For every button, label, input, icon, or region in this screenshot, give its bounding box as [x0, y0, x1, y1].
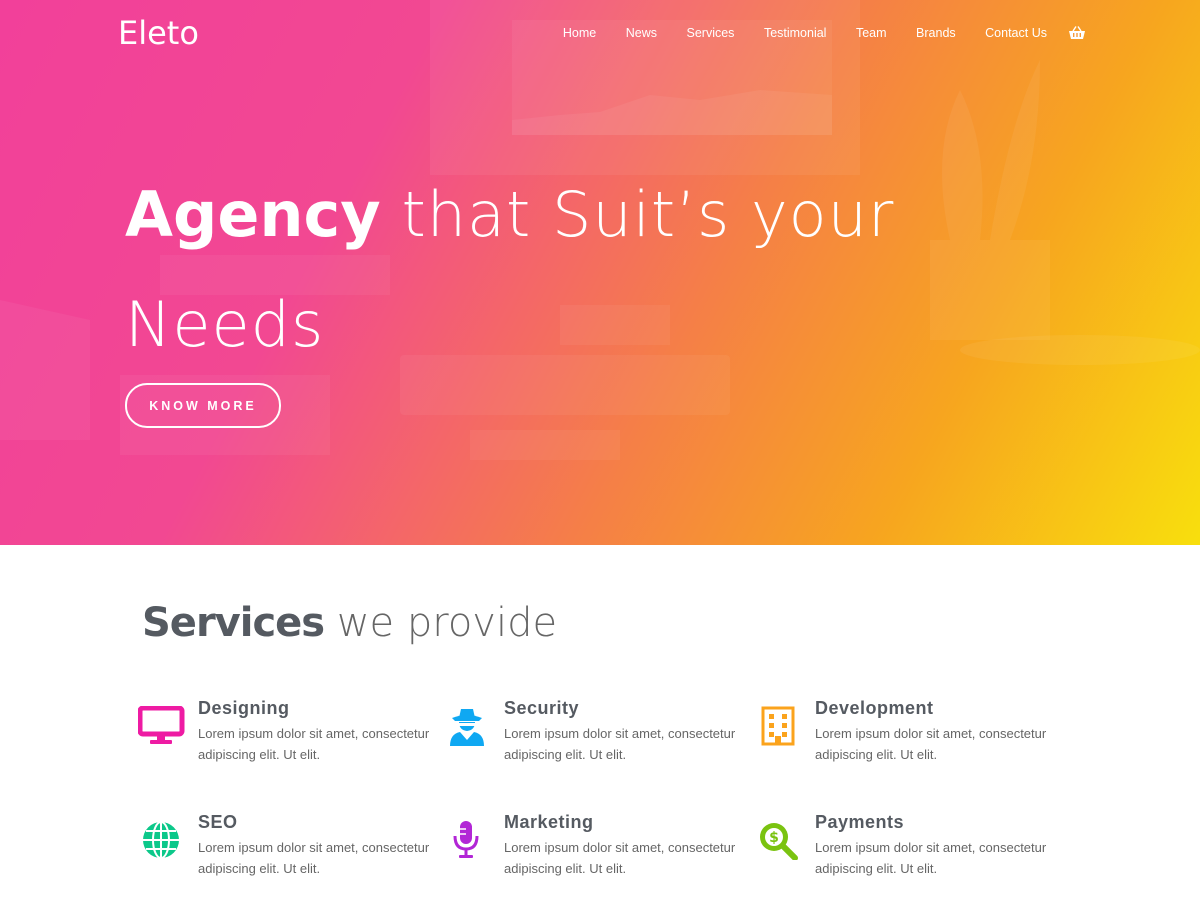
- nav-item-home[interactable]: Home: [563, 26, 596, 40]
- service-name: Security: [504, 698, 580, 718]
- basket-icon[interactable]: [1069, 26, 1085, 40]
- hero-headline: Agency that Suit’s your Needs: [125, 160, 1025, 380]
- services-heading: Services we provide: [142, 600, 557, 646]
- nav-item-services[interactable]: Services: [687, 26, 735, 40]
- service-item-marketing: Marketing Lorem ipsum dolor sit amet, co…: [444, 812, 744, 882]
- service-item-security: Security Lorem ipsum dolor sit amet, con…: [444, 698, 744, 768]
- service-name: Designing: [198, 698, 290, 718]
- service-item-designing: Designing Lorem ipsum dolor sit amet, co…: [137, 698, 438, 768]
- service-desc: Lorem ipsum dolor sit amet, consectetur …: [504, 726, 736, 762]
- service-item-seo: SEO Lorem ipsum dolor sit amet, consecte…: [138, 812, 438, 882]
- svg-text:$: $: [769, 830, 779, 846]
- site-logo[interactable]: Eleto: [118, 14, 199, 52]
- services-heading-bold: Services: [142, 600, 325, 646]
- nav-item-contact-us[interactable]: Contact Us: [985, 26, 1047, 40]
- nav-item-testimonial[interactable]: Testimonial: [764, 26, 827, 40]
- service-desc: Lorem ipsum dolor sit amet, consectetur …: [815, 840, 1047, 876]
- dollar-search-icon: $: [755, 820, 805, 861]
- service-name: Development: [815, 698, 934, 718]
- nav-item-news[interactable]: News: [626, 26, 657, 40]
- service-name: SEO: [198, 812, 238, 832]
- main-nav: Home News Services Testimonial Team Bran…: [533, 26, 1085, 40]
- nav-item-brands[interactable]: Brands: [916, 26, 956, 40]
- service-desc: Lorem ipsum dolor sit amet, consectetur …: [198, 840, 430, 876]
- services-heading-light: we provide: [324, 600, 558, 646]
- service-item-development: Development Lorem ipsum dolor sit amet, …: [755, 698, 1055, 768]
- service-item-payments: $ Payments Lorem ipsum dolor sit amet, c…: [755, 812, 1055, 882]
- spy-icon: [444, 706, 494, 746]
- service-name: Marketing: [504, 812, 594, 832]
- hero-headline-bold: Agency: [125, 178, 381, 251]
- service-desc: Lorem ipsum dolor sit amet, consectetur …: [504, 840, 736, 876]
- know-more-button[interactable]: KNOW MORE: [125, 383, 281, 428]
- building-icon: [755, 706, 805, 746]
- monitor-icon: [137, 705, 188, 746]
- service-desc: Lorem ipsum dolor sit amet, consectetur …: [815, 726, 1047, 762]
- hero-section: Eleto Home News Services Testimonial Tea…: [0, 0, 1200, 545]
- nav-item-team[interactable]: Team: [856, 26, 887, 40]
- globe-icon: [138, 820, 188, 860]
- service-name: Payments: [815, 812, 905, 832]
- microphone-icon: [444, 820, 494, 860]
- service-desc: Lorem ipsum dolor sit amet, consectetur …: [198, 726, 430, 762]
